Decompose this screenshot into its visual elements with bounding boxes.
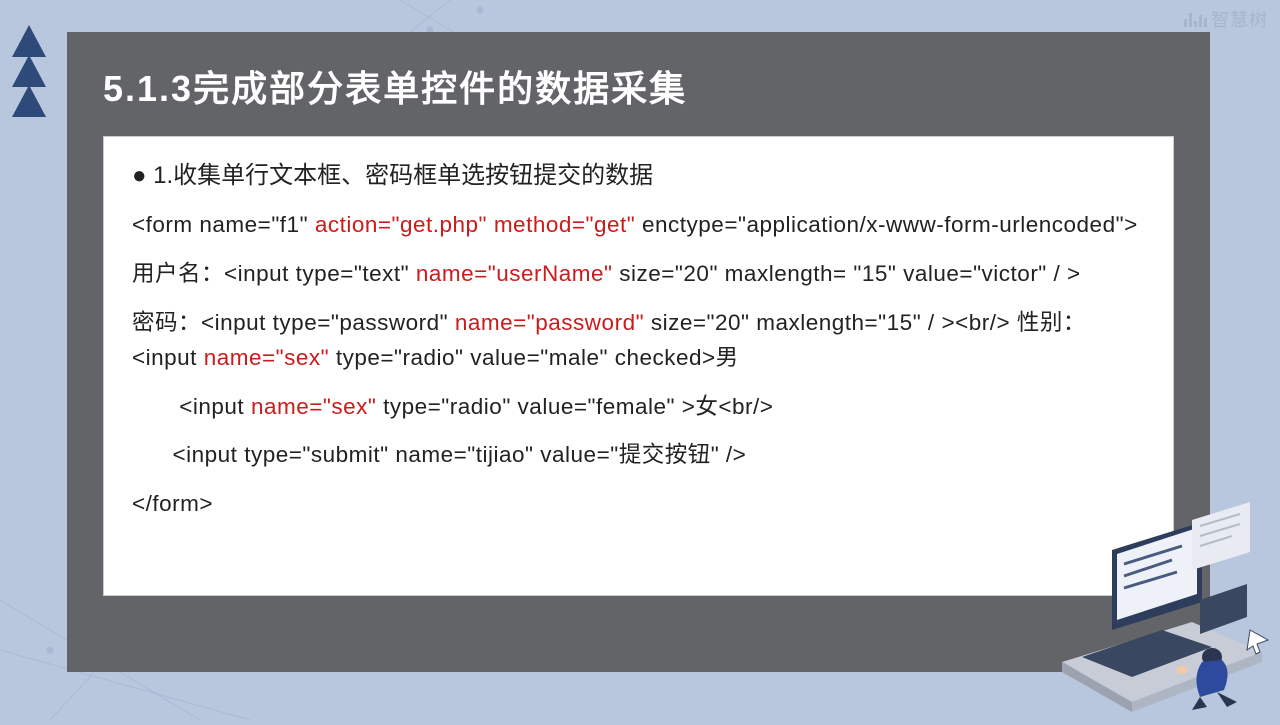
- code-line-1: <form name="f1" action="get.php" method=…: [132, 208, 1145, 243]
- highlight: action="get.php": [315, 212, 487, 237]
- highlight: name="sex": [251, 394, 376, 419]
- code-line-3: 密码：<input type="password" name="password…: [132, 306, 1145, 376]
- watermark-bars-icon: [1184, 11, 1207, 27]
- arrow-up-icon: [12, 55, 46, 87]
- computer-illustration: [1052, 502, 1272, 712]
- code-line-5: <input type="submit" name="tijiao" value…: [132, 438, 1145, 473]
- content-box: ● 1.收集单行文本框、密码框单选按钮提交的数据 <form name="f1"…: [103, 136, 1174, 596]
- highlight: name="sex": [204, 345, 329, 370]
- watermark-text: 智慧树: [1211, 6, 1268, 32]
- highlight: name="password": [455, 310, 644, 335]
- code-line-2: 用户名：<input type="text" name="userName" s…: [132, 257, 1145, 292]
- code-line-4: <input name="sex" type="radio" value="fe…: [132, 390, 1145, 425]
- slide-title: 5.1.3完成部分表单控件的数据采集: [67, 32, 1210, 136]
- code-line-6: </form>: [132, 487, 1145, 522]
- bullet-heading: ● 1.收集单行文本框、密码框单选按钮提交的数据: [132, 155, 1145, 190]
- highlight: method="get": [494, 212, 635, 237]
- highlight: name="userName": [416, 261, 613, 286]
- watermark: 智慧树: [1184, 6, 1268, 32]
- decoration-arrows: [12, 25, 46, 115]
- slide-frame: 5.1.3完成部分表单控件的数据采集 ● 1.收集单行文本框、密码框单选按钮提交…: [67, 32, 1210, 672]
- arrow-up-icon: [12, 25, 46, 57]
- arrow-up-icon: [12, 85, 46, 117]
